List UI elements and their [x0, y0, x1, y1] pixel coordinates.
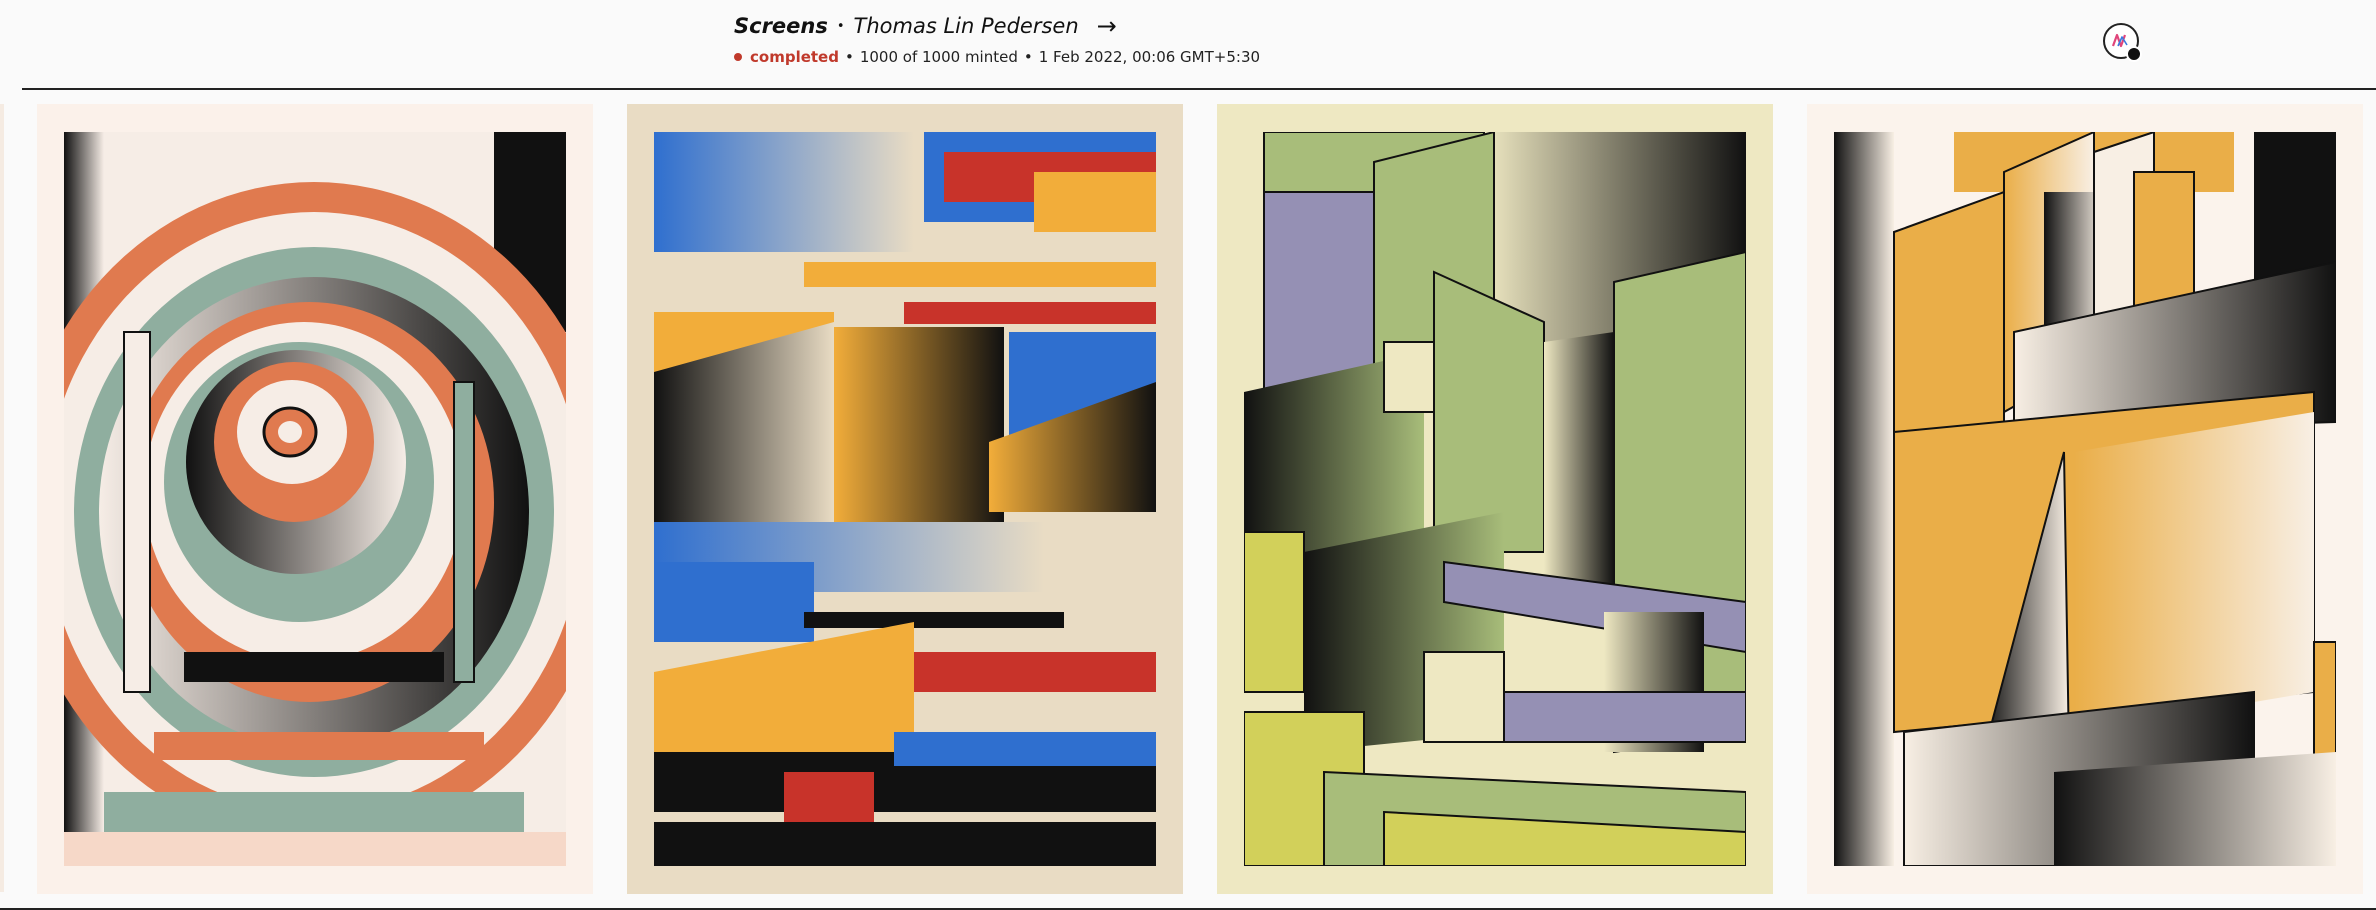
artwork-gold-cream[interactable]: [1834, 132, 2336, 866]
project-title-row: Screens • Thomas Lin Pedersen →: [734, 14, 1117, 38]
status-dot-icon: [734, 53, 742, 61]
artwork-green-lilac[interactable]: [1244, 132, 1746, 866]
meta-separator: •: [844, 48, 854, 66]
artwork-card[interactable]: [627, 104, 1183, 894]
wallet-avatar-icon[interactable]: [2103, 23, 2142, 62]
status-badge: completed: [750, 48, 839, 66]
artwork-card[interactable]: [1217, 104, 1773, 894]
project-meta: completed • 1000 of 1000 minted • 1 Feb …: [734, 48, 1260, 66]
header-divider: [22, 88, 2376, 90]
header: Screens • Thomas Lin Pedersen → complete…: [0, 0, 2376, 88]
artwork-blue-yellow-red[interactable]: [654, 132, 1156, 866]
artist-name[interactable]: Thomas Lin Pedersen: [854, 14, 1079, 38]
artwork-spiral-teal-orange[interactable]: [64, 132, 566, 866]
meta-separator: •: [1023, 48, 1033, 66]
arrow-right-icon[interactable]: →: [1097, 14, 1117, 38]
mint-date: 1 Feb 2022, 00:06 GMT+5:30: [1038, 48, 1261, 66]
avatar-badge-icon: [2126, 46, 2142, 62]
artwork-card[interactable]: [1807, 104, 2363, 894]
minted-count: 1000 of 1000 minted: [859, 48, 1018, 66]
artwork-card[interactable]: [37, 104, 593, 894]
previous-card-edge: [0, 104, 4, 892]
project-title[interactable]: Screens: [734, 14, 828, 38]
title-separator: •: [836, 18, 845, 34]
